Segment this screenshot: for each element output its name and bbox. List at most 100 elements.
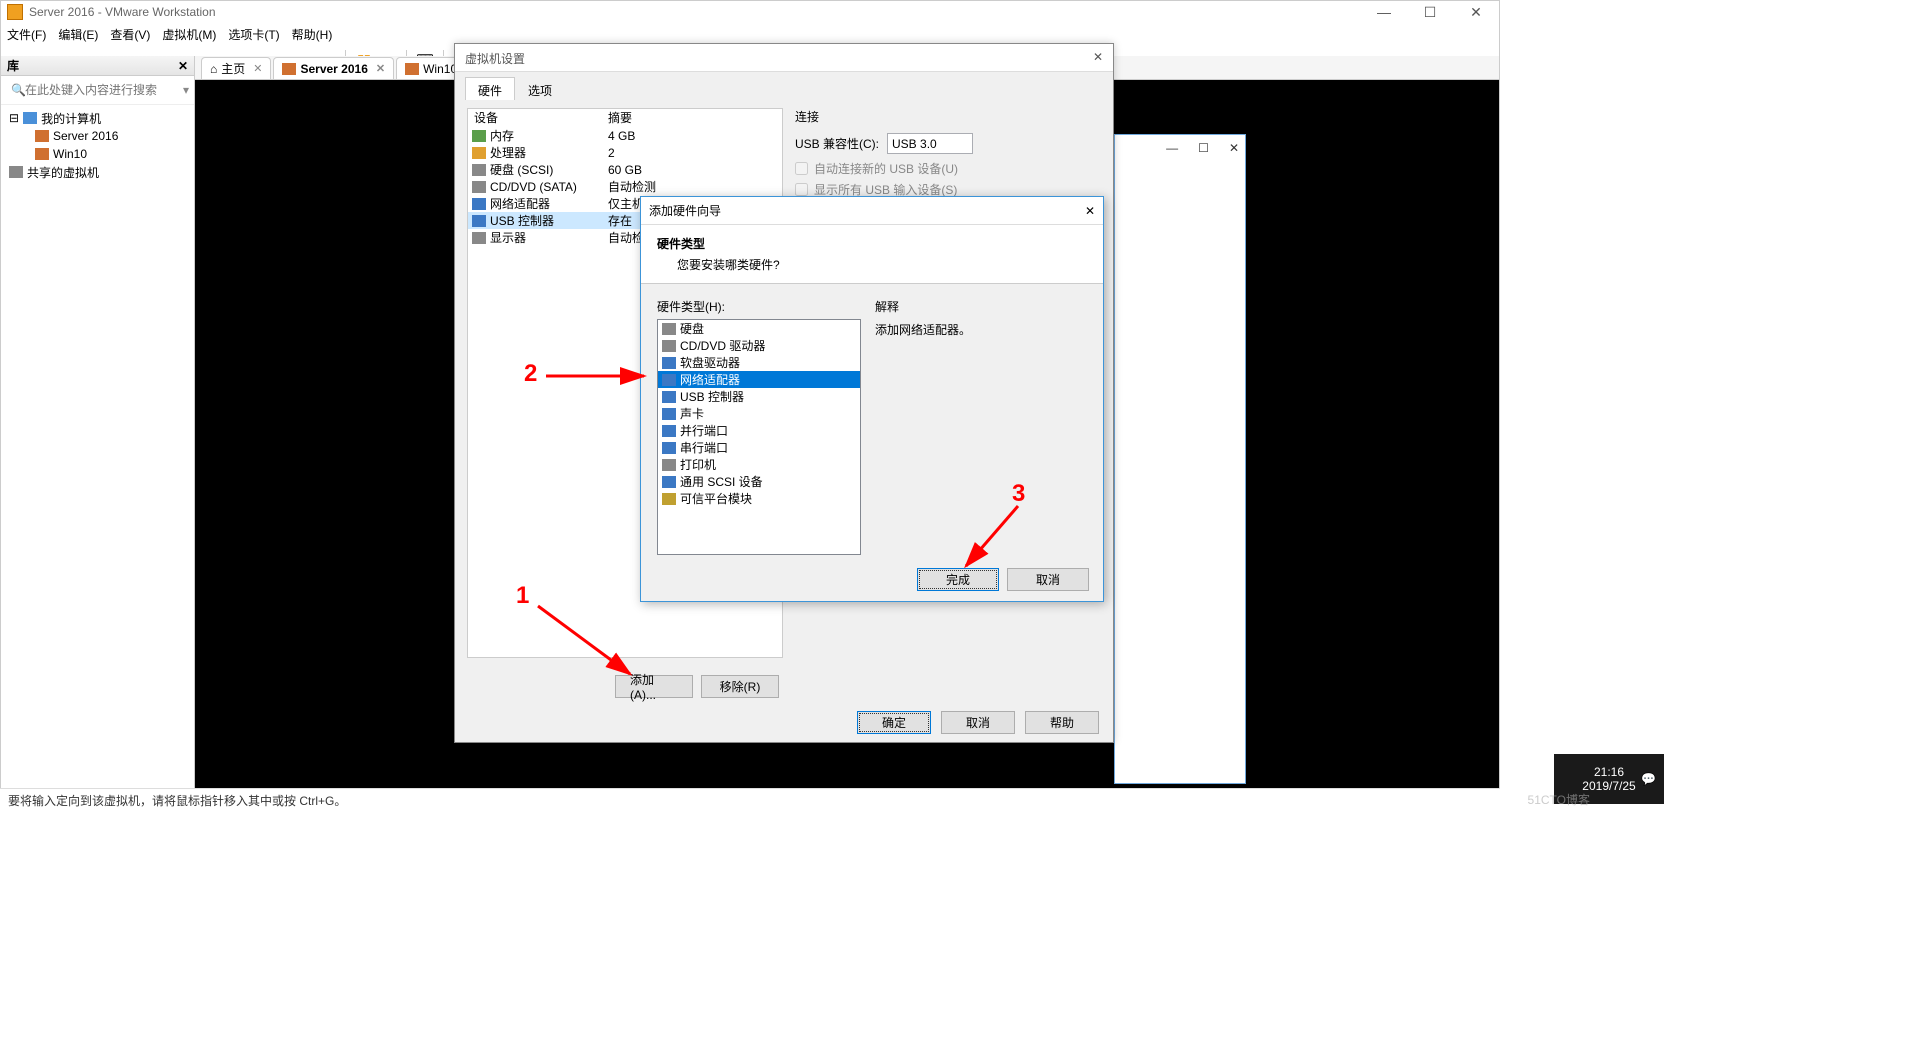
clock-date: 2019/7/25 (1582, 779, 1635, 793)
wizard-body: 硬件类型(H): 硬盘CD/DVD 驱动器软盘驱动器网络适配器USB 控制器声卡… (641, 284, 1103, 569)
col-summary: 摘要 (608, 109, 632, 127)
device-name: USB 控制器 (490, 212, 554, 229)
tree-item-win10[interactable]: Win10 (7, 145, 188, 163)
device-icon (472, 130, 486, 142)
tree-item-server2016[interactable]: Server 2016 (7, 127, 188, 145)
hardware-type-item[interactable]: 硬盘 (658, 320, 860, 337)
tab-home[interactable]: ⌂ 主页 ✕ (201, 57, 271, 79)
device-summary: 存在 (608, 212, 632, 229)
device-name: 网络适配器 (490, 195, 550, 212)
usb-compat-select[interactable]: USB 3.0 (887, 133, 973, 154)
menu-edit[interactable]: 编辑(E) (58, 26, 98, 43)
add-hardware-button[interactable]: 添加(A)... (615, 675, 693, 698)
cancel-button[interactable]: 取消 (941, 711, 1015, 734)
hardware-type-item[interactable]: 软盘驱动器 (658, 354, 860, 371)
menu-file[interactable]: 文件(F) (7, 26, 46, 43)
auto-connect-checkbox[interactable] (795, 162, 808, 175)
secondary-vm-window: — ☐ ✕ (1114, 134, 1246, 784)
hwtype-label: 打印机 (680, 456, 716, 473)
menu-vm[interactable]: 虚拟机(M) (162, 26, 216, 43)
remove-hardware-button[interactable]: 移除(R) (701, 675, 779, 698)
menu-view[interactable]: 查看(V) (110, 26, 150, 43)
status-bar: 要将输入定向到该虚拟机，请将鼠标指针移入其中或按 Ctrl+G。 (0, 788, 1500, 810)
status-text: 要将输入定向到该虚拟机，请将鼠标指针移入其中或按 Ctrl+G。 (8, 794, 346, 808)
sec-minimize-icon[interactable]: — (1166, 141, 1178, 155)
hardware-type-item[interactable]: 串行端口 (658, 439, 860, 456)
hardware-type-item[interactable]: 打印机 (658, 456, 860, 473)
hardware-type-item[interactable]: CD/DVD 驱动器 (658, 337, 860, 354)
device-name: 处理器 (490, 144, 526, 161)
hardware-row[interactable]: CD/DVD (SATA)自动检测 (468, 178, 782, 195)
settings-title-bar: 虚拟机设置 ✕ (455, 44, 1113, 72)
hwtype-label: 网络适配器 (680, 371, 740, 388)
hwtype-label: 可信平台模块 (680, 490, 752, 507)
tab-hardware[interactable]: 硬件 (465, 77, 515, 101)
hwtype-icon (662, 425, 676, 437)
clock-time: 21:16 (1594, 765, 1624, 779)
device-summary: 60 GB (608, 163, 642, 177)
finish-button[interactable]: 完成 (917, 568, 999, 591)
hardware-type-item[interactable]: USB 控制器 (658, 388, 860, 405)
tab-close-icon[interactable]: ✕ (376, 62, 385, 75)
shared-icon (9, 166, 23, 178)
hardware-type-item[interactable]: 通用 SCSI 设备 (658, 473, 860, 490)
hardware-row[interactable]: 硬盘 (SCSI)60 GB (468, 161, 782, 178)
device-icon (472, 198, 486, 210)
usb-compat-label: USB 兼容性(C): (795, 135, 879, 152)
annotation-1: 1 (516, 582, 529, 610)
wizard-heading: 硬件类型 (657, 235, 1087, 252)
library-pane: 库 ✕ 🔍 ▾ ⊟ 我的计算机 Server 2016 Win10 (1, 56, 195, 789)
hwtype-label: 硬盘 (680, 320, 704, 337)
notification-icon[interactable]: 💬 (1641, 772, 1656, 786)
minimize-button[interactable]: — (1361, 1, 1407, 23)
hardware-row[interactable]: 内存4 GB (468, 127, 782, 144)
hardware-row[interactable]: 处理器2 (468, 144, 782, 161)
wizard-title-bar: 添加硬件向导 ✕ (641, 197, 1103, 225)
wizard-cancel-button[interactable]: 取消 (1007, 568, 1089, 591)
title-bar: Server 2016 - VMware Workstation (1, 1, 1499, 23)
hardware-type-list[interactable]: 硬盘CD/DVD 驱动器软盘驱动器网络适配器USB 控制器声卡并行端口串行端口打… (657, 319, 861, 555)
hardware-type-item[interactable]: 网络适配器 (658, 371, 860, 388)
hwtype-icon (662, 493, 676, 505)
tab-options[interactable]: 选项 (515, 77, 565, 101)
sec-maximize-icon[interactable]: ☐ (1198, 141, 1209, 155)
hardware-type-item[interactable]: 可信平台模块 (658, 490, 860, 507)
wizard-explain-pane: 解释 添加网络适配器。 (875, 298, 1087, 555)
hwtype-icon (662, 323, 676, 335)
maximize-button[interactable]: ☐ (1407, 1, 1453, 23)
menu-bar: 文件(F) 编辑(E) 查看(V) 虚拟机(M) 选项卡(T) 帮助(H) (1, 23, 1499, 45)
sec-close-icon[interactable]: ✕ (1229, 141, 1239, 155)
vm-icon (35, 148, 49, 160)
search-dropdown-icon[interactable]: ▾ (180, 83, 192, 97)
hwtype-label: 声卡 (680, 405, 704, 422)
menu-help[interactable]: 帮助(H) (292, 26, 333, 43)
wizard-close-icon[interactable]: ✕ (1085, 204, 1095, 218)
vm-icon (405, 63, 419, 75)
hardware-detail-pane: 连接 USB 兼容性(C): USB 3.0 自动连接新的 USB 设备(U) … (795, 108, 1101, 202)
expand-icon[interactable]: ⊟ (9, 111, 19, 125)
hardware-type-item[interactable]: 并行端口 (658, 422, 860, 439)
vm-icon (282, 63, 296, 75)
search-icon: 🔍 (11, 83, 26, 97)
help-button[interactable]: 帮助 (1025, 711, 1099, 734)
menu-tabs[interactable]: 选项卡(T) (228, 26, 279, 43)
settings-close-icon[interactable]: ✕ (1093, 50, 1103, 65)
tree-root[interactable]: ⊟ 我的计算机 (7, 109, 188, 127)
hwtype-icon (662, 408, 676, 420)
search-input[interactable] (7, 80, 180, 100)
tab-close-icon[interactable]: ✕ (253, 62, 262, 75)
add-hardware-wizard: 添加硬件向导 ✕ 硬件类型 您要安装哪类硬件? 硬件类型(H): 硬盘CD/DV… (640, 196, 1104, 602)
wizard-footer: 完成 取消 (917, 568, 1089, 591)
ok-button[interactable]: 确定 (857, 711, 931, 734)
hwtype-label: 软盘驱动器 (680, 354, 740, 371)
hardware-type-item[interactable]: 声卡 (658, 405, 860, 422)
col-device: 设备 (468, 109, 608, 127)
tab-server2016[interactable]: Server 2016 ✕ (273, 57, 394, 79)
device-name: 显示器 (490, 229, 526, 246)
close-button[interactable]: ✕ (1453, 1, 1499, 23)
close-pane-icon[interactable]: ✕ (178, 59, 188, 73)
hardware-list-header: 设备 摘要 (468, 109, 782, 127)
tree-shared[interactable]: 共享的虚拟机 (7, 163, 188, 181)
device-name: 内存 (490, 127, 514, 144)
show-all-checkbox[interactable] (795, 183, 808, 196)
